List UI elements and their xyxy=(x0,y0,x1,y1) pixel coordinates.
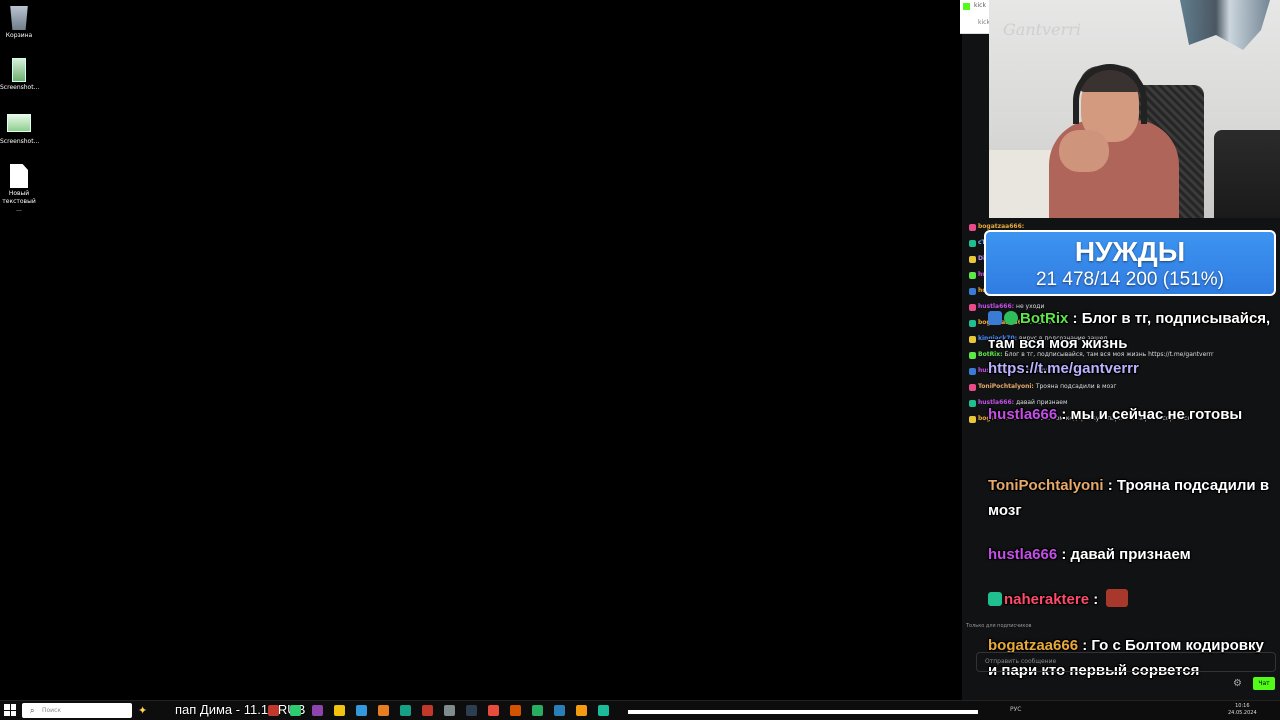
overlay-sep: : xyxy=(1057,406,1071,423)
chat-badge-icon xyxy=(969,287,976,295)
sparkle-icon: ✦ xyxy=(138,704,148,717)
app-icon[interactable] xyxy=(400,705,411,716)
overlay-text: мы и сейчас не готовы xyxy=(1070,406,1243,423)
followers-only-notice: Только для подписчиков xyxy=(966,623,1032,629)
overlay-chat-message: hustla666 : давай признаем xyxy=(988,542,1273,567)
emote-icon xyxy=(1106,589,1129,607)
app-icon[interactable] xyxy=(466,705,477,716)
app-icon[interactable] xyxy=(444,705,455,716)
overlay-chat-message: ToniPochtalyoni : Трояна подсадили в моз… xyxy=(988,473,1273,523)
room-shadow xyxy=(1214,130,1280,218)
desktop-icon-recycle-bin[interactable]: Корзина xyxy=(0,6,38,40)
search-icon: ⌕ xyxy=(30,706,35,715)
chat-send-button[interactable]: Чат xyxy=(1253,677,1275,690)
overlay-nick: BotRix xyxy=(1020,310,1069,327)
taskbar-clock[interactable]: 10:16 24.05.2024 xyxy=(1228,703,1257,717)
image-file-icon xyxy=(12,58,26,82)
text-file-icon xyxy=(10,164,28,188)
chat-badge-icon xyxy=(969,255,976,263)
wall-lettering: Gantverri xyxy=(1003,20,1081,39)
overlay-sep: : xyxy=(1068,310,1082,327)
chat-badge-icon xyxy=(969,271,976,279)
app-icon[interactable] xyxy=(576,705,587,716)
screen: { "desktop": { "icons": [ {"label": "Кор… xyxy=(0,0,1280,720)
donation-ticker: пап Дима - 11.11 RUB xyxy=(175,702,306,717)
overlay-nick: hustla666 xyxy=(988,546,1058,563)
app-icon[interactable] xyxy=(356,705,367,716)
webcam-feed: Gantverri xyxy=(989,0,1280,218)
chrome-icon[interactable] xyxy=(554,705,565,716)
taskbar: ⌕ Поиск ✦ пап Дима - 11.11 RUB РУС 10:16… xyxy=(0,700,1280,720)
windows-start-icon[interactable] xyxy=(4,704,16,716)
desktop-icon-label: Screenshot... xyxy=(0,84,40,91)
subscriber-badge-icon xyxy=(988,592,1002,606)
clock-date: 24.05.2024 xyxy=(1228,710,1257,716)
donation-goal-widget: НУЖДЫ 21 478/14 200 (151%) xyxy=(984,230,1276,296)
chat-badge-icon xyxy=(969,303,976,311)
image-file-icon xyxy=(7,114,31,132)
desktop-icon-label: Корзина xyxy=(5,32,33,39)
bot-badge-icon xyxy=(988,311,1002,325)
overlay-chat-message: BotRix : Блог в тг, подписывайся, там вс… xyxy=(988,306,1273,381)
chat-badge-icon xyxy=(969,223,976,231)
goal-progress-text: 21 478/14 200 (151%) xyxy=(1035,269,1225,290)
browser-icon[interactable] xyxy=(532,705,543,716)
app-icon[interactable] xyxy=(290,705,301,716)
app-icon[interactable] xyxy=(334,705,345,716)
verified-badge-icon xyxy=(1004,311,1018,325)
chat-badge-icon xyxy=(969,239,976,247)
app-icon[interactable] xyxy=(510,705,521,716)
taskbar-search-input[interactable]: ⌕ Поиск xyxy=(22,703,132,718)
overlay-sep: : xyxy=(1103,477,1117,494)
chat-text: Трояна подсадили в мозг xyxy=(1035,383,1117,390)
browser-tab[interactable]: kick xyxy=(974,2,986,9)
desktop-icon-screenshot-2[interactable]: Screenshot... xyxy=(0,114,40,146)
desktop-icon-screenshot-1[interactable]: Screenshot... xyxy=(0,58,40,92)
overlay-nick: naheraktere xyxy=(1004,591,1090,608)
clock-time: 10:16 xyxy=(1235,703,1250,709)
chat-message-input[interactable]: Отправить сообщение xyxy=(976,652,1276,672)
stream-progress-strip xyxy=(628,710,978,714)
chat-badge-icon xyxy=(969,351,976,359)
chat-badge-icon xyxy=(969,319,976,327)
chat-badge-icon xyxy=(969,399,976,407)
gear-icon[interactable]: ⚙ xyxy=(1233,678,1242,689)
chat-row: ToniPochtalyoni: Трояна подсадили в мозг xyxy=(969,382,1116,392)
app-icon[interactable] xyxy=(488,705,499,716)
app-icon[interactable] xyxy=(268,705,279,716)
overlay-sep: : xyxy=(1057,546,1071,563)
app-icon[interactable] xyxy=(378,705,389,716)
chat-badge-icon xyxy=(969,383,976,391)
overlay-nick: ToniPochtalyoni xyxy=(988,477,1104,494)
chat-badge-icon xyxy=(969,367,976,375)
chat-nick[interactable]: ToniPochtalyoni: xyxy=(978,382,1034,392)
desktop-icon-label: Новый текстовый ... xyxy=(2,190,36,213)
overlay-link[interactable]: https://t.me/gantverrr xyxy=(988,360,1139,377)
app-icon[interactable] xyxy=(598,705,609,716)
streamer-hand xyxy=(1059,130,1109,172)
desktop-icon-text-file[interactable]: Новый текстовый ... xyxy=(0,164,38,214)
overlay-chat-message: naheraktere : xyxy=(988,587,1273,612)
language-indicator[interactable]: РУС xyxy=(1010,706,1021,713)
overlay-chat-message: hustla666 : мы и сейчас не готовы xyxy=(988,402,1273,427)
app-icon[interactable] xyxy=(312,705,323,716)
kick-favicon-icon xyxy=(963,3,970,10)
overlay-text: давай признаем xyxy=(1070,546,1191,563)
chat-badge-icon xyxy=(969,335,976,343)
recycle-bin-icon xyxy=(10,6,28,30)
goal-title: НУЖДЫ xyxy=(1074,236,1186,267)
system-tray: РУС xyxy=(1010,706,1021,713)
hanging-clothes xyxy=(1180,0,1270,50)
overlay-sep: : xyxy=(1089,591,1103,608)
search-placeholder: Поиск xyxy=(42,707,62,714)
overlay-nick: hustla666 xyxy=(988,406,1058,423)
app-icon[interactable] xyxy=(422,705,433,716)
desktop-icon-label: Screenshot... xyxy=(0,138,40,145)
chat-badge-icon xyxy=(969,415,976,423)
